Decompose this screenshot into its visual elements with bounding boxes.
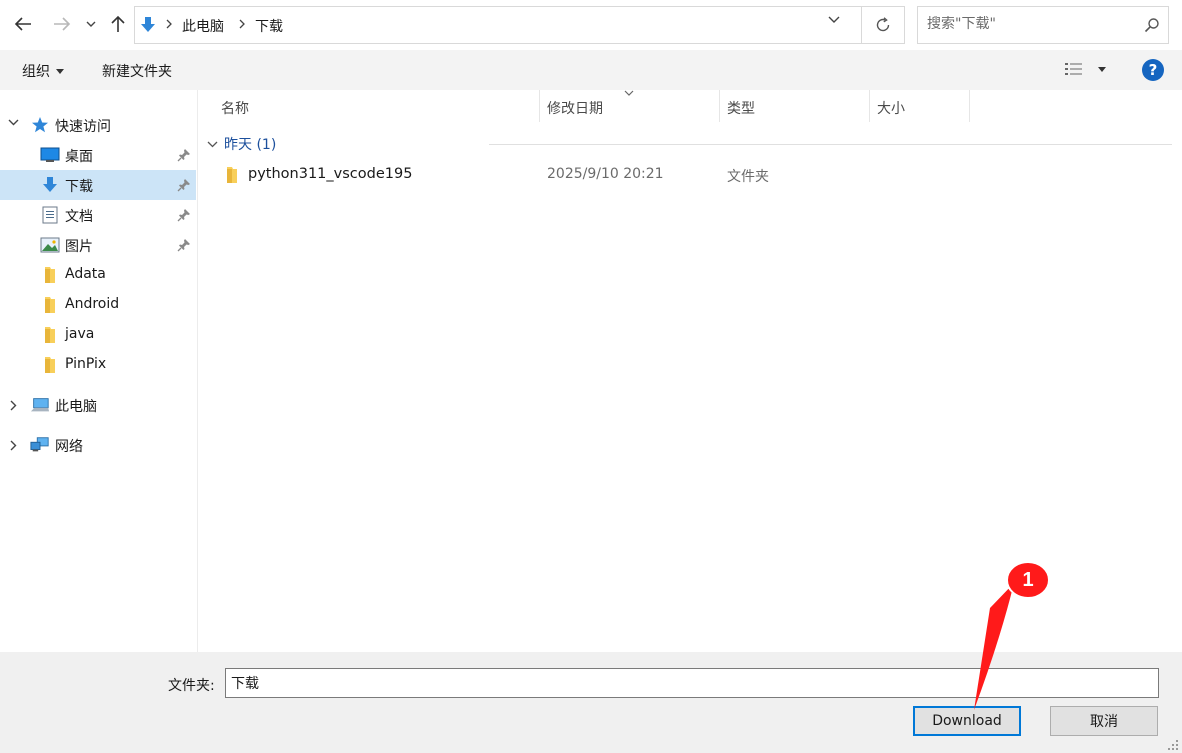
- help-icon: ?: [1148, 61, 1158, 79]
- chevron-right-icon: [10, 400, 17, 411]
- folder-icon: [40, 266, 60, 284]
- folder-icon: [40, 326, 60, 344]
- address-bar[interactable]: 此电脑 下载: [134, 6, 862, 44]
- caret-down-icon: [1098, 66, 1106, 72]
- search-box[interactable]: [917, 6, 1169, 44]
- file-type: 文件夹: [727, 169, 769, 185]
- recent-locations-button[interactable]: [81, 12, 101, 36]
- network-icon: [30, 436, 50, 454]
- pin-icon: [177, 239, 190, 252]
- star-icon: [30, 116, 50, 134]
- help-button[interactable]: ?: [1142, 59, 1164, 81]
- group-divider: [489, 144, 1172, 145]
- arrow-up-icon: [111, 15, 125, 32]
- chevron-right-icon: [166, 19, 172, 29]
- new-folder-button[interactable]: 新建文件夹: [102, 61, 172, 81]
- chevron-right-icon: [239, 19, 245, 29]
- organize-button[interactable]: 组织: [22, 61, 64, 81]
- sidebar-item-desktop[interactable]: 桌面: [0, 140, 196, 170]
- folder-icon: [40, 296, 60, 314]
- sidebar-item-label: PinPix: [65, 356, 107, 372]
- chevron-down-icon: [86, 21, 96, 27]
- picture-icon: [40, 236, 60, 254]
- download-icon: [141, 17, 155, 32]
- download-icon: [40, 176, 60, 194]
- sidebar-item-java[interactable]: java: [0, 320, 196, 350]
- sidebar-item-documents[interactable]: 文档: [0, 200, 196, 230]
- chevron-down-icon: [207, 141, 218, 147]
- annotation-badge-number: 1: [1022, 568, 1034, 591]
- pin-icon: [177, 179, 190, 192]
- sidebar-item-this-pc[interactable]: 此电脑: [0, 390, 196, 420]
- list-view-icon: [1065, 63, 1082, 75]
- organize-label: 组织: [22, 64, 50, 80]
- sort-descending-icon: [624, 90, 634, 96]
- refresh-icon: [876, 17, 890, 32]
- sidebar-item-network[interactable]: 网络: [0, 430, 196, 460]
- folder-icon: [225, 166, 239, 188]
- pin-icon: [177, 149, 190, 162]
- column-header-size[interactable]: 大小: [870, 90, 969, 122]
- back-button[interactable]: [11, 12, 35, 36]
- dialog-footer: 文件夹: Download 取消: [0, 652, 1182, 753]
- sidebar-item-quick-access[interactable]: 快速访问: [0, 110, 196, 140]
- desktop-icon: [40, 146, 60, 164]
- group-label: 昨天 (1): [224, 137, 277, 153]
- group-header[interactable]: 昨天 (1): [207, 134, 276, 154]
- resize-grip-icon[interactable]: [1166, 738, 1180, 752]
- command-bar: 组织 新建文件夹 ?: [0, 50, 1182, 90]
- sidebar-item-label: Android: [65, 296, 120, 312]
- address-dropdown-button[interactable]: [828, 12, 840, 28]
- sidebar-item-label: java: [65, 326, 95, 342]
- sidebar-item-pictures[interactable]: 图片: [0, 230, 196, 260]
- search-icon: [1144, 18, 1159, 33]
- sidebar-item-label: Adata: [65, 266, 106, 282]
- sidebar-item-label: 网络: [55, 439, 83, 455]
- download-button[interactable]: Download: [913, 706, 1021, 736]
- breadcrumb-downloads[interactable]: 下载: [255, 16, 283, 36]
- navigation-pane: 快速访问 桌面 下载 文档 图片 Adata Android java PinP…: [0, 90, 198, 652]
- arrow-left-icon: [14, 17, 31, 31]
- sidebar-item-label: 下载: [65, 179, 93, 195]
- chevron-down-icon: [8, 119, 19, 126]
- chevron-down-icon: [828, 16, 840, 23]
- sidebar-item-label: 图片: [65, 239, 93, 255]
- refresh-button[interactable]: [862, 6, 905, 44]
- up-button[interactable]: [106, 12, 130, 36]
- arrow-right-icon: [54, 17, 71, 31]
- sidebar-item-android[interactable]: Android: [0, 290, 196, 320]
- column-header-name[interactable]: 名称: [199, 90, 539, 122]
- new-folder-label: 新建文件夹: [102, 64, 172, 80]
- sidebar-item-label: 快速访问: [55, 119, 111, 135]
- document-icon: [40, 206, 60, 224]
- sidebar-item-label: 此电脑: [55, 399, 97, 415]
- folder-icon: [40, 356, 60, 374]
- file-date: 2025/9/10 20:21: [547, 166, 664, 182]
- view-options-button[interactable]: [1064, 61, 1106, 77]
- cancel-button[interactable]: 取消: [1050, 706, 1158, 736]
- column-header-type[interactable]: 类型: [720, 90, 869, 122]
- pin-icon: [177, 209, 190, 222]
- sidebar-item-label: 桌面: [65, 149, 93, 165]
- folder-label: 文件夹:: [168, 678, 215, 694]
- computer-icon: [30, 396, 50, 414]
- sidebar-item-adata[interactable]: Adata: [0, 260, 196, 290]
- file-name: python311_vscode195: [248, 166, 413, 182]
- sidebar-item-downloads[interactable]: 下载: [0, 170, 196, 200]
- sidebar-item-label: 文档: [65, 209, 93, 225]
- forward-button[interactable]: [50, 12, 74, 36]
- address-row: 此电脑 下载: [0, 0, 1182, 50]
- column-divider[interactable]: [969, 90, 970, 122]
- chevron-right-icon: [10, 440, 17, 451]
- table-row[interactable]: python311_vscode195 2025/9/10 20:21 文件夹: [217, 160, 1167, 190]
- breadcrumb-this-pc[interactable]: 此电脑: [182, 16, 224, 36]
- folder-input[interactable]: [225, 668, 1159, 698]
- sidebar-item-pinpix[interactable]: PinPix: [0, 350, 196, 380]
- search-input[interactable]: [927, 16, 1127, 32]
- caret-down-icon: [56, 68, 64, 74]
